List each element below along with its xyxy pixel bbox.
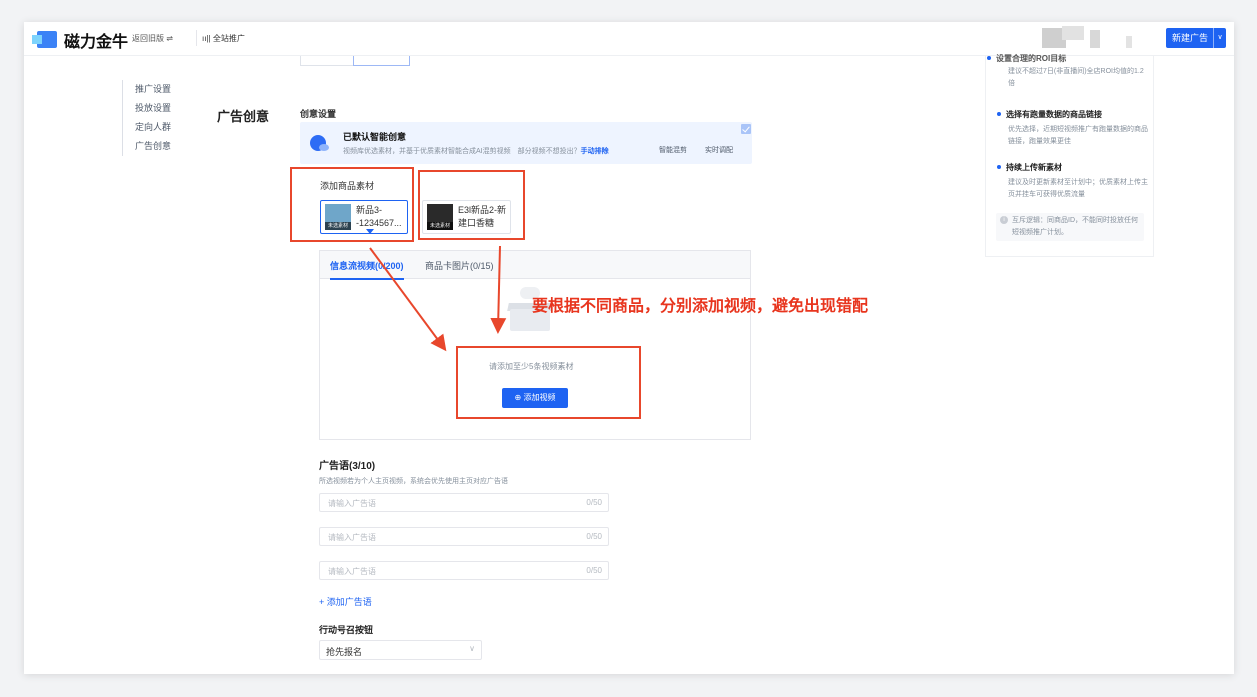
tab-feed-video[interactable]: 信息流视频(0/200) xyxy=(330,259,404,280)
ad-words-desc: 所选视频若为个人主页视频，系统会优先使用主页对应广告语 xyxy=(319,478,508,485)
char-count: 0/50 xyxy=(586,532,602,541)
tab-product-card-image[interactable]: 商品卡图片(0/15) xyxy=(425,259,494,272)
chip-smart-mix: 智能混剪 xyxy=(654,143,692,157)
annotation-text: 要根据不同商品，分别添加视频，避免出现错配 xyxy=(532,298,869,315)
app-window: 磁力金牛 返回旧版 ⇌ ıı|| 全站推广 新建广告 ∨ 推广设置 投放设置 定… xyxy=(24,22,1234,674)
tip-title: 选择有跑量数据的商品链接 xyxy=(997,110,1102,119)
panel-tabs: 信息流视频(0/200) 商品卡图片(0/15) xyxy=(320,251,750,280)
user-info-blur xyxy=(1090,30,1100,48)
ad-word-input[interactable]: 请输入广告语 0/50 xyxy=(319,493,609,512)
mutex-note: 互斥逻辑：同商品ID，不能同时投放任何短视频推广计划。 xyxy=(996,213,1144,241)
section-title: 广告创意 xyxy=(217,109,270,124)
side-nav: 推广设置 投放设置 定向人群 广告创意 xyxy=(122,80,182,156)
smart-creative-icon xyxy=(310,135,329,151)
sidebar-item-delivery-settings[interactable]: 投放设置 xyxy=(123,99,182,118)
old-version-link[interactable]: 返回旧版 ⇌ xyxy=(132,33,173,44)
char-count: 0/50 xyxy=(586,498,602,507)
top-bar: 磁力金牛 返回旧版 ⇌ ıı|| 全站推广 新建广告 ∨ xyxy=(24,22,1234,56)
chevron-down-icon: ∨ xyxy=(469,644,475,653)
sidebar-item-promo-settings[interactable]: 推广设置 xyxy=(123,80,182,99)
full-site-promo-link[interactable]: ıı|| 全站推广 xyxy=(196,30,250,46)
input-placeholder: 请输入广告语 xyxy=(328,499,376,508)
annotation-box xyxy=(418,170,525,240)
smart-desc-text: 视频库优选素材，并基于优质素材智能合成AI混剪视频 部分视频不想投出？ xyxy=(343,148,581,155)
user-info-blur xyxy=(1062,26,1084,40)
ad-word-input[interactable]: 请输入广告语 0/50 xyxy=(319,527,609,546)
smart-creative-desc: 视频库优选素材，并基于优质素材智能合成AI混剪视频 部分视频不想投出？手动排除 xyxy=(343,146,609,156)
tip-title: 设置合理的ROI目标 xyxy=(986,54,1067,63)
user-info-blur xyxy=(1126,36,1132,48)
tip-desc: 建议不超过7日(非直播间)全店ROI均值的1.2倍 xyxy=(1008,68,1144,87)
tip-desc: 优先选择，近期短视频推广有跑量数据的商品链接，跑量效果更佳 xyxy=(1008,126,1148,145)
smart-creative-card[interactable]: 已默认智能创意 视频库优选素材，并基于优质素材智能合成AI混剪视频 部分视频不想… xyxy=(300,122,752,164)
checkbox-icon[interactable] xyxy=(741,124,751,134)
ad-words-title: 广告语(3/10) xyxy=(319,461,376,472)
chevron-down-icon[interactable]: ∨ xyxy=(1213,28,1226,48)
logo-icon xyxy=(32,31,57,48)
previous-option-tabs[interactable] xyxy=(300,56,410,66)
logo-text: 磁力金牛 xyxy=(64,34,129,51)
annotation-box xyxy=(456,346,641,419)
char-count: 0/50 xyxy=(586,566,602,575)
new-ad-button[interactable]: 新建广告 ∨ xyxy=(1166,28,1226,48)
smart-creative-title: 已默认智能创意 xyxy=(343,132,407,142)
sidebar-item-targeting[interactable]: 定向人群 xyxy=(123,118,182,137)
cta-value: 抢先报名 xyxy=(326,647,363,657)
creative-settings-title: 创意设置 xyxy=(300,109,337,119)
input-placeholder: 请输入广告语 xyxy=(328,533,376,542)
add-ad-word-link[interactable]: + 添加广告语 xyxy=(319,595,372,608)
ad-word-input[interactable]: 请输入广告语 0/50 xyxy=(319,561,609,580)
annotation-box xyxy=(290,167,414,242)
tip-desc: 建议及时更新素材至计划中；优质素材上传主页并挂车可获得优质流量 xyxy=(1008,179,1148,198)
chip-realtime-adjust: 实时调配 xyxy=(700,143,738,157)
sidebar-item-ad-creative[interactable]: 广告创意 xyxy=(123,137,182,156)
cta-select[interactable]: 抢先报名 ∨ xyxy=(319,640,482,660)
input-placeholder: 请输入广告语 xyxy=(328,567,376,576)
manual-exclude-link[interactable]: 手动排除 xyxy=(581,148,609,155)
new-ad-label: 新建广告 xyxy=(1172,33,1209,43)
tips-panel: 设置合理的ROI目标 建议不超过7日(非直播间)全店ROI均值的1.2倍 选择有… xyxy=(985,54,1154,257)
cta-title: 行动号召按钮 xyxy=(319,625,374,635)
tip-title: 持续上传新素材 xyxy=(997,163,1062,172)
